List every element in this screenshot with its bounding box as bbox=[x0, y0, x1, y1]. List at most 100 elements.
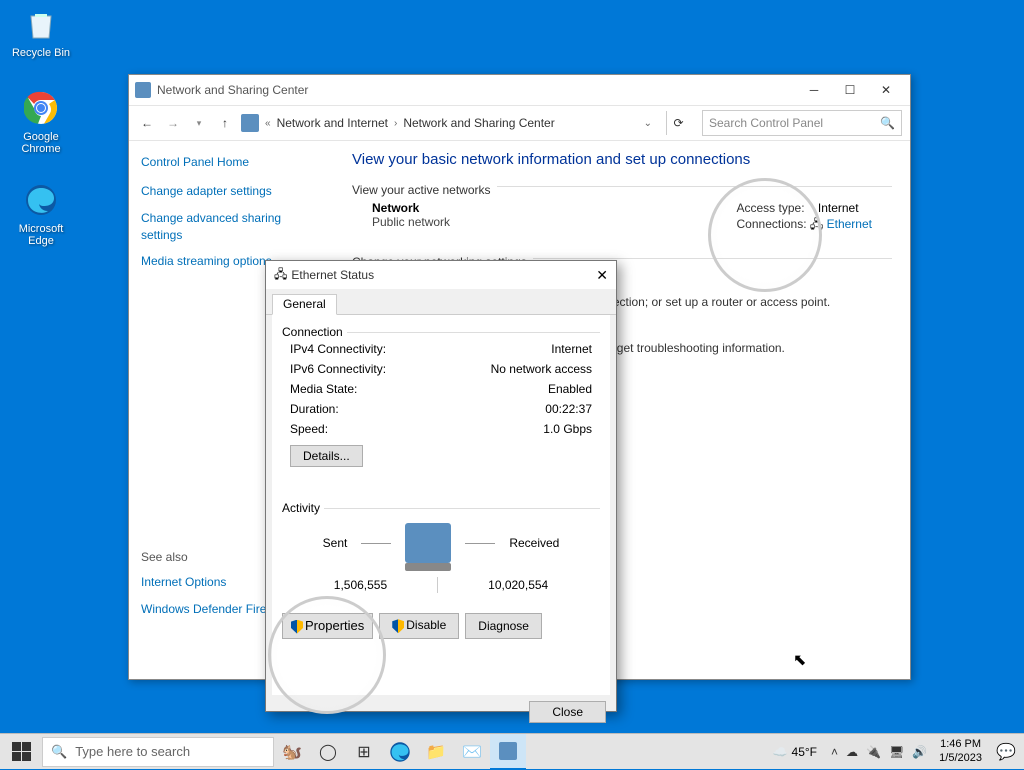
refresh-button[interactable]: ⟳ bbox=[666, 111, 690, 135]
label: Google Chrome bbox=[21, 131, 60, 155]
close-button[interactable]: ✕ bbox=[596, 267, 608, 284]
desktop-icon-recycle-bin[interactable]: Recycle Bin bbox=[6, 4, 76, 59]
ethernet-icon: 🖧 bbox=[810, 217, 823, 231]
ethernet-status-dialog: 🖧 Ethernet Status ✕ General Connection I… bbox=[265, 260, 617, 712]
search-icon: 🔍 bbox=[51, 744, 67, 760]
breadcrumb-seg[interactable]: Network and Sharing Center bbox=[403, 116, 554, 130]
desktop-icon-chrome[interactable]: Google Chrome bbox=[6, 88, 76, 155]
up-button[interactable]: ↑ bbox=[215, 116, 235, 130]
network-name: Network bbox=[372, 201, 450, 215]
speed-value: 1.0 Gbps bbox=[543, 422, 592, 436]
bytes-sent-value: 1,506,555 bbox=[334, 578, 387, 592]
tray-battery-icon[interactable]: 🔌 bbox=[866, 745, 881, 759]
taskbar-weather[interactable]: ☁️ 45°F bbox=[765, 745, 825, 759]
address-bar[interactable]: « Network and Internet › Network and Sha… bbox=[241, 114, 652, 132]
search-input[interactable]: Search Control Panel 🔍 bbox=[702, 110, 902, 136]
clock-time: 1:46 PM bbox=[939, 738, 982, 751]
speed-label: Speed: bbox=[290, 422, 328, 436]
change-adapter-link[interactable]: Change adapter settings bbox=[141, 183, 322, 200]
system-tray[interactable]: ˄ ☁ 🔌 🖥 🔊 bbox=[825, 745, 933, 759]
properties-button[interactable]: Properties bbox=[282, 613, 373, 639]
ethernet-link[interactable]: Ethernet bbox=[827, 217, 872, 231]
change-advanced-link[interactable]: Change advanced sharing settings bbox=[141, 210, 322, 244]
dialog-titlebar[interactable]: 🖧 Ethernet Status ✕ bbox=[266, 261, 616, 289]
search-icon: 🔍 bbox=[880, 116, 895, 130]
dialog-title: Ethernet Status bbox=[291, 268, 596, 282]
tray-onedrive-icon[interactable]: ☁ bbox=[846, 745, 858, 759]
taskbar-control-panel-icon[interactable] bbox=[490, 734, 526, 770]
recent-dropdown[interactable]: ▾ bbox=[189, 118, 209, 129]
received-label: Received bbox=[509, 536, 559, 550]
tray-volume-icon[interactable]: 🔊 bbox=[912, 745, 927, 759]
activity-icon bbox=[405, 523, 451, 563]
titlebar[interactable]: Network and Sharing Center ─ ☐ ✕ bbox=[129, 75, 910, 105]
taskbar-news-icon[interactable]: 🐿️ bbox=[274, 734, 310, 770]
weather-icon: ☁️ bbox=[773, 745, 788, 759]
control-panel-home-link[interactable]: Control Panel Home bbox=[141, 155, 322, 169]
duration-value: 00:22:37 bbox=[545, 402, 592, 416]
taskbar-notifications-icon[interactable]: 💬 bbox=[988, 734, 1024, 770]
close-button[interactable]: Close bbox=[529, 701, 606, 723]
shield-icon bbox=[291, 620, 303, 634]
chevron-down-icon[interactable]: ⌄ bbox=[644, 118, 652, 129]
sent-label: Sent bbox=[323, 536, 348, 550]
network-type: Public network bbox=[372, 215, 450, 229]
location-icon bbox=[241, 114, 259, 132]
ipv4-value: Internet bbox=[551, 342, 592, 356]
media-state-label: Media State: bbox=[290, 382, 357, 396]
breadcrumb-seg[interactable]: Network and Internet bbox=[277, 116, 388, 130]
access-type-value: Internet bbox=[818, 201, 859, 215]
ipv6-label: IPv6 Connectivity: bbox=[290, 362, 386, 376]
back-button[interactable]: ← bbox=[137, 116, 157, 130]
search-placeholder: Search Control Panel bbox=[709, 116, 823, 130]
ipv6-value: No network access bbox=[491, 362, 592, 376]
edge-icon bbox=[21, 180, 61, 220]
taskbar-explorer-icon[interactable]: 📁 bbox=[418, 734, 454, 770]
tray-network-icon[interactable]: 🖥 bbox=[889, 745, 904, 759]
clock-date: 1/5/2023 bbox=[939, 752, 982, 765]
active-networks-label: View your active networks bbox=[352, 183, 491, 197]
close-button[interactable]: ✕ bbox=[868, 78, 904, 102]
activity-group-label: Activity bbox=[282, 501, 320, 515]
taskbar-cortana-icon[interactable]: ◯ bbox=[310, 734, 346, 770]
search-placeholder: Type here to search bbox=[75, 744, 190, 759]
taskbar-mail-icon[interactable]: ✉️ bbox=[454, 734, 490, 770]
chrome-icon bbox=[21, 88, 61, 128]
weather-temp: 45°F bbox=[792, 745, 817, 759]
start-button[interactable] bbox=[0, 734, 42, 770]
bytes-received-value: 10,020,554 bbox=[488, 578, 548, 592]
label: Microsoft Edge bbox=[19, 223, 64, 247]
diagnose-button[interactable]: Diagnose bbox=[465, 613, 542, 639]
forward-button[interactable]: → bbox=[163, 116, 183, 130]
nav-bar: ← → ▾ ↑ « Network and Internet › Network… bbox=[129, 105, 910, 141]
window-title: Network and Sharing Center bbox=[157, 83, 796, 97]
taskbar-edge-icon[interactable] bbox=[382, 734, 418, 770]
label: Recycle Bin bbox=[12, 47, 70, 59]
taskbar-search[interactable]: 🔍 Type here to search bbox=[42, 737, 274, 767]
tab-general[interactable]: General bbox=[272, 294, 337, 315]
shield-icon bbox=[392, 619, 404, 633]
details-button[interactable]: Details... bbox=[290, 445, 363, 467]
windows-icon bbox=[12, 742, 31, 761]
access-type-label: Access type: bbox=[737, 201, 805, 215]
chevron-icon: « bbox=[265, 118, 271, 129]
page-heading: View your basic network information and … bbox=[352, 151, 892, 168]
recycle-bin-icon bbox=[21, 4, 61, 44]
duration-label: Duration: bbox=[290, 402, 339, 416]
minimize-button[interactable]: ─ bbox=[796, 78, 832, 102]
desktop-icon-edge[interactable]: Microsoft Edge bbox=[6, 180, 76, 247]
taskbar-clock[interactable]: 1:46 PM 1/5/2023 bbox=[933, 738, 988, 764]
tray-overflow-icon[interactable]: ˄ bbox=[831, 745, 838, 759]
ethernet-icon: 🖧 bbox=[274, 265, 287, 286]
taskbar: 🔍Type here to search 🐿️ ◯ ⊞ 📁 ✉️ ☁️45°F … bbox=[0, 733, 1024, 769]
maximize-button[interactable]: ☐ bbox=[832, 78, 868, 102]
cursor-icon: ⬉ bbox=[793, 650, 806, 670]
ipv4-label: IPv4 Connectivity: bbox=[290, 342, 386, 356]
taskbar-taskview-icon[interactable]: ⊞ bbox=[346, 734, 382, 770]
media-state-value: Enabled bbox=[548, 382, 592, 396]
disable-button[interactable]: Disable bbox=[379, 613, 459, 639]
connection-group-label: Connection bbox=[282, 325, 343, 339]
app-icon bbox=[135, 82, 151, 98]
connections-label: Connections: bbox=[737, 217, 807, 231]
chevron-icon: › bbox=[394, 118, 397, 129]
